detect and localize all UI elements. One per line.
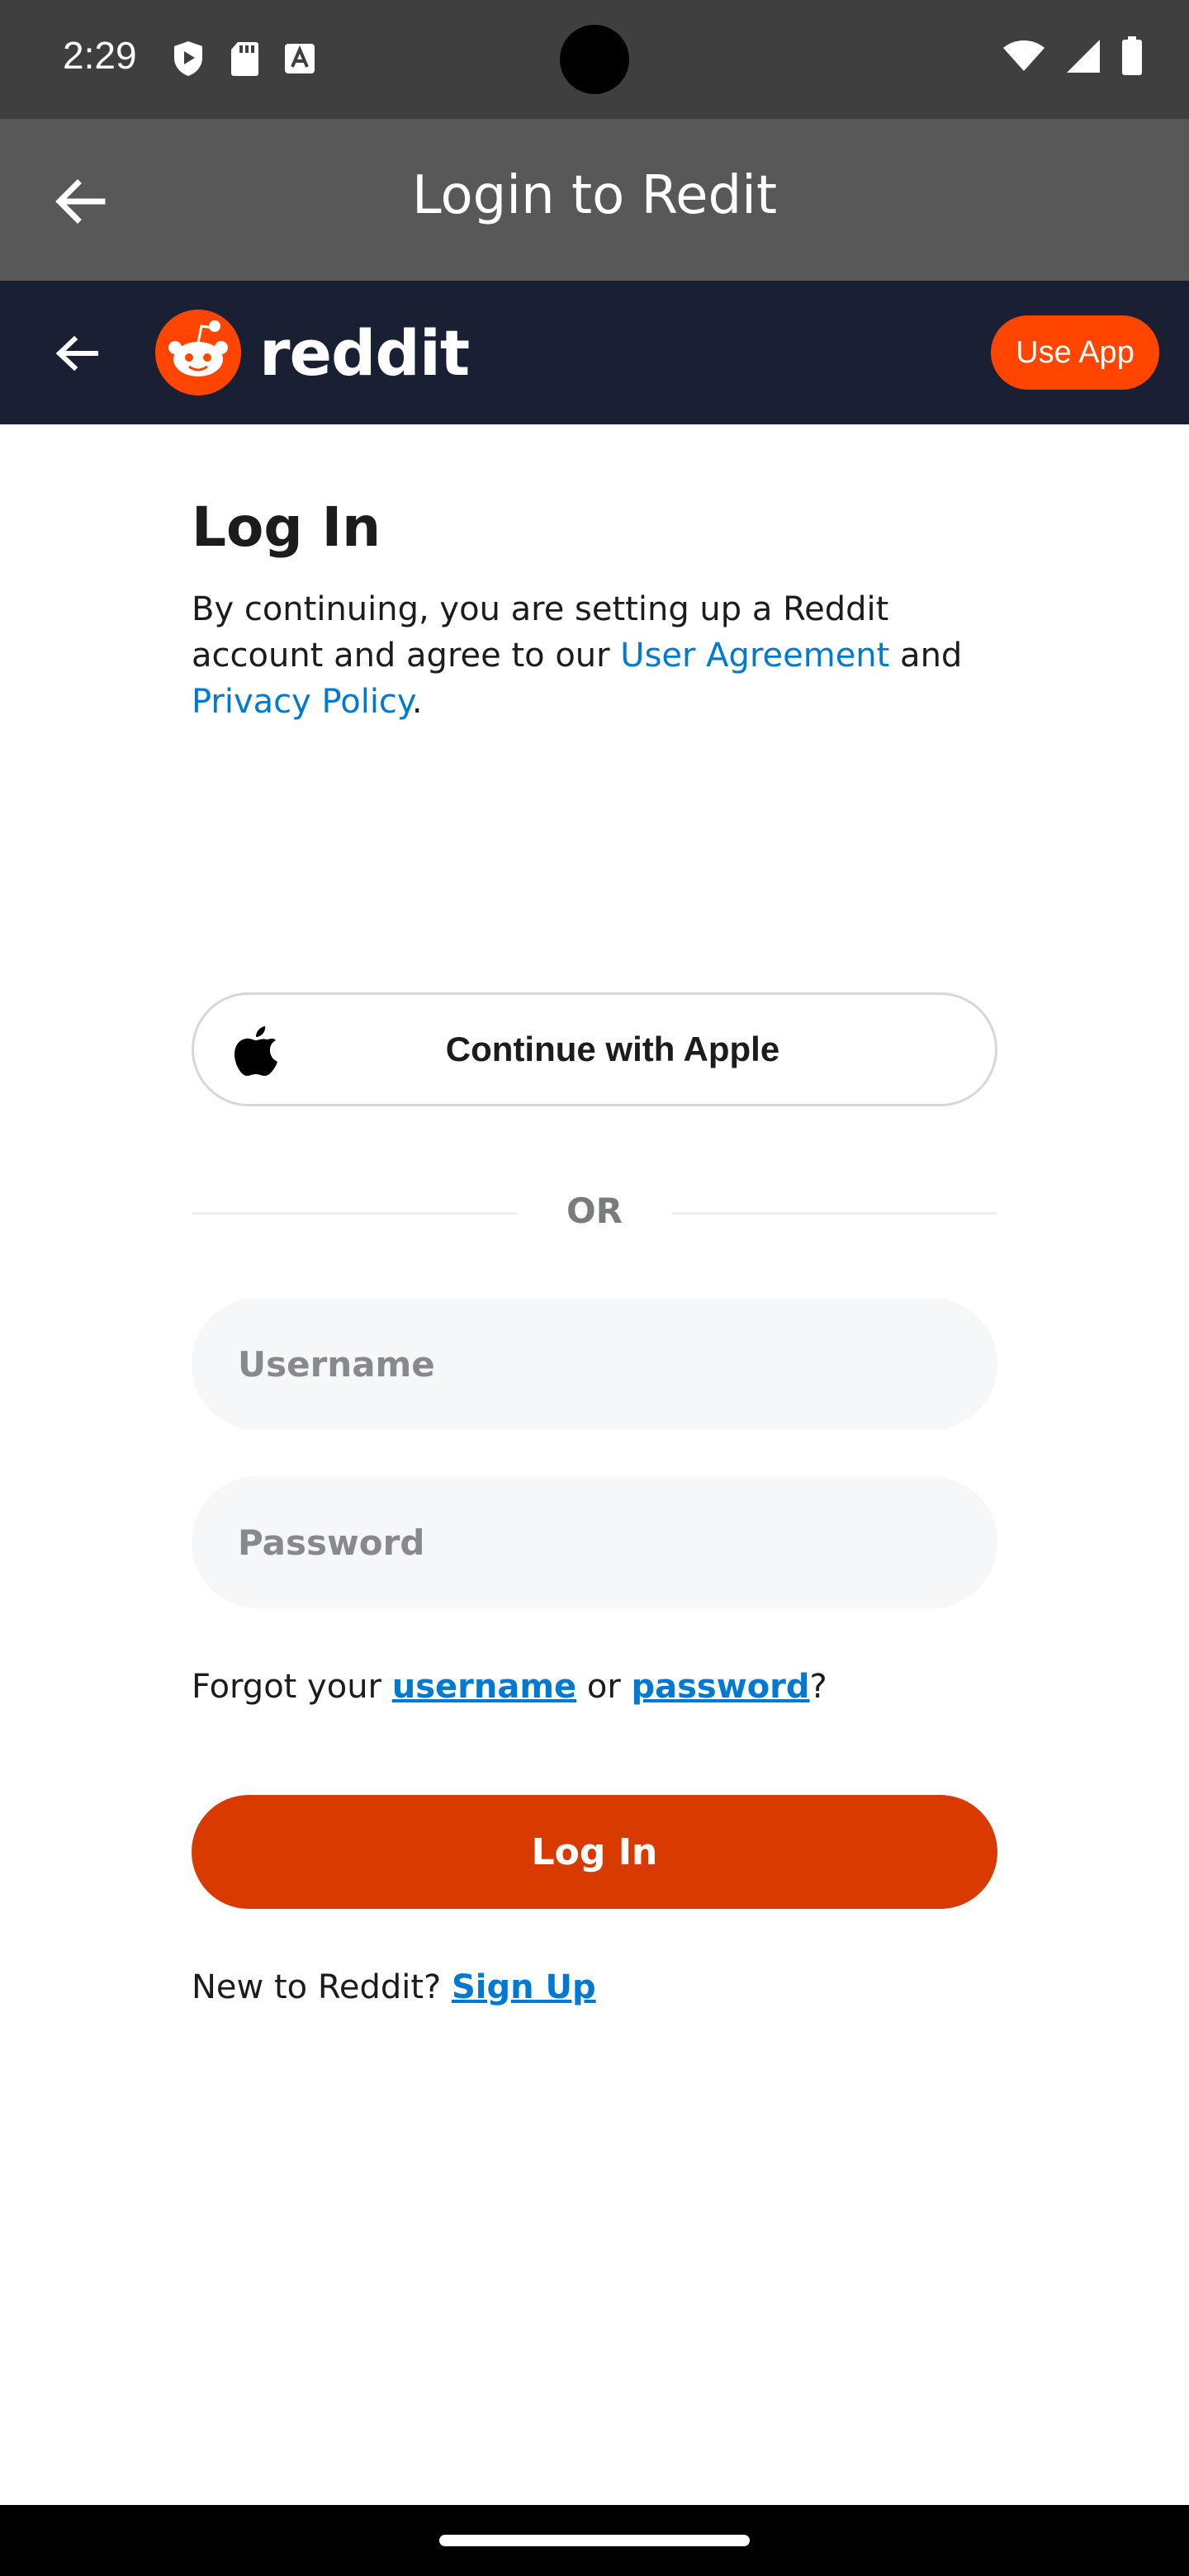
forgot-prefix: Forgot your: [192, 1668, 392, 1706]
apple-button-label: Continue with Apple: [445, 1030, 780, 1068]
signal-icon: [1067, 40, 1100, 73]
signup-prefix: New to Reddit?: [192, 1968, 452, 2006]
shield-icon: [174, 41, 202, 76]
home-gesture-handle[interactable]: [439, 2535, 750, 2546]
camera-cutout: [560, 25, 629, 94]
status-icons-right: [1002, 36, 1143, 76]
privacy-policy-link[interactable]: Privacy Policy: [192, 683, 412, 721]
reddit-header: reddit Use App: [0, 281, 1189, 424]
app-title: Login to Redit: [411, 165, 778, 226]
login-heading: Log In: [192, 495, 381, 559]
forgot-username-link[interactable]: username: [392, 1668, 576, 1706]
battery-icon: [1122, 36, 1142, 75]
signup-link[interactable]: Sign Up: [452, 1968, 596, 2006]
forgot-mid: or: [576, 1668, 632, 1706]
agreement-mid: and: [889, 637, 963, 675]
forgot-suffix: ?: [809, 1668, 827, 1706]
sd-card-icon: [231, 42, 258, 76]
back-arrow-icon[interactable]: [50, 327, 102, 380]
continue-with-apple-button[interactable]: Continue with Apple: [192, 992, 997, 1106]
apple-icon: [234, 1026, 277, 1076]
username-input[interactable]: [192, 1298, 997, 1430]
agreement-text: By continuing, you are setting up a Redd…: [192, 586, 984, 725]
user-agreement-link[interactable]: User Agreement: [620, 637, 889, 675]
a-box-icon: [285, 44, 315, 73]
signup-text: New to Reddit? Sign Up: [192, 1968, 596, 2006]
status-bar: 2:29: [0, 0, 1189, 119]
wifi-icon: [1003, 40, 1045, 71]
agreement-suffix: .: [411, 683, 423, 721]
snoo-icon: [155, 310, 241, 395]
password-input[interactable]: [192, 1476, 997, 1608]
status-time: 2:29: [63, 34, 137, 77]
reddit-wordmark: reddit: [259, 315, 470, 390]
system-nav-bar: [0, 2505, 1189, 2576]
status-icons-left: [172, 40, 315, 78]
forgot-credentials-text: Forgot your username or password?: [192, 1668, 827, 1706]
forgot-password-link[interactable]: password: [632, 1668, 810, 1706]
or-label: OR: [566, 1191, 623, 1231]
divider-line-right: [672, 1212, 997, 1215]
reddit-logo[interactable]: reddit: [155, 309, 470, 396]
app-bar: Login to Redit: [0, 119, 1189, 281]
login-button[interactable]: Log In: [192, 1795, 997, 1909]
or-divider: OR: [192, 1179, 997, 1248]
use-app-button[interactable]: Use App: [991, 315, 1159, 390]
